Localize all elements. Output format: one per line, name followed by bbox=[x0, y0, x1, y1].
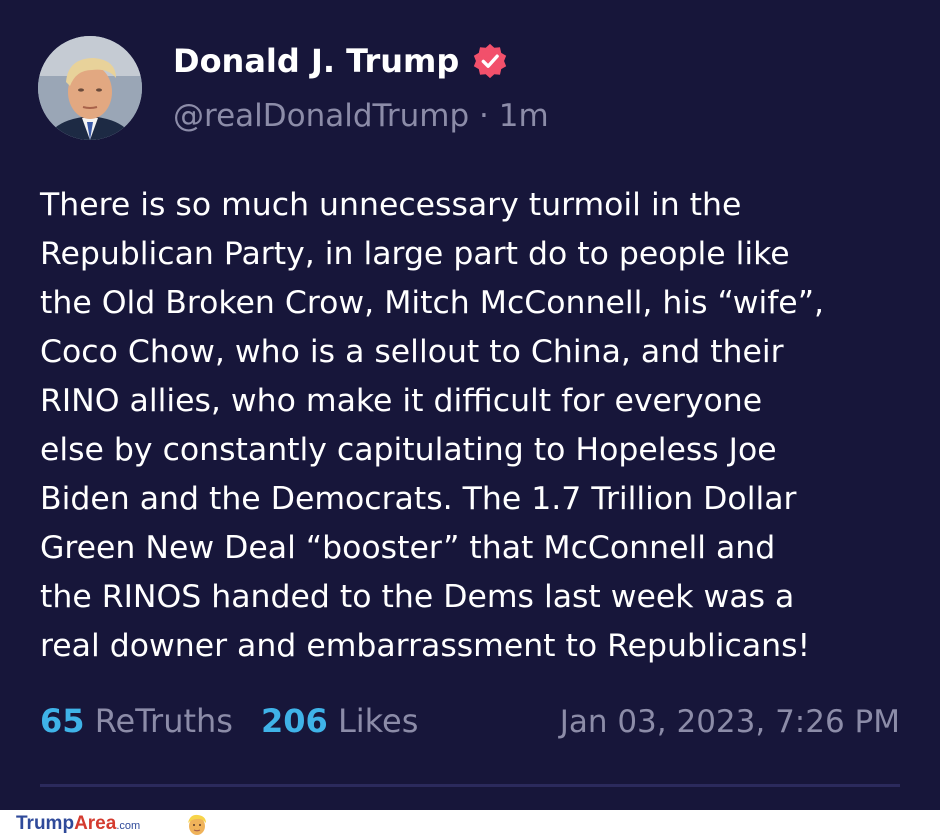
post-text-line: There is so much unnecessary turmoil in … bbox=[40, 187, 742, 223]
divider bbox=[40, 784, 900, 787]
post-text-line: Biden and the Democrats. The 1.7 Trillio… bbox=[40, 481, 797, 517]
relative-time: 1m bbox=[498, 98, 549, 134]
trumparea-logo: TrumpArea.com bbox=[16, 813, 140, 835]
handle-separator: · bbox=[479, 98, 489, 134]
likes-count: 206 bbox=[260, 702, 328, 740]
logo-text-part2: Area bbox=[74, 813, 117, 834]
author-display-name[interactable]: Donald J. Trump bbox=[173, 42, 509, 80]
display-name-text: Donald J. Trump bbox=[173, 42, 460, 80]
verified-badge-icon bbox=[474, 43, 507, 79]
truth-post-card: Donald J. Trump @realDonaldTrump · 1m Th… bbox=[0, 0, 940, 810]
post-text-line: Green New Deal “booster” that McConnell … bbox=[40, 530, 776, 566]
retruths-label: ReTruths bbox=[94, 702, 233, 740]
logo-text-part1: Trump bbox=[16, 813, 75, 834]
author-handle-row: @realDonaldTrump · 1m bbox=[173, 98, 549, 134]
post-text-line: the RINOS handed to the Dems last week w… bbox=[40, 579, 795, 615]
logo-face-icon bbox=[188, 814, 206, 835]
likes-label: Likes bbox=[337, 702, 419, 740]
post-body-text: There is so much unnecessary turmoil in … bbox=[40, 181, 920, 671]
avatar-image bbox=[38, 36, 142, 140]
likes-stat[interactable]: 206 Likes bbox=[261, 702, 418, 740]
post-text-line: the Old Broken Crow, Mitch McConnell, hi… bbox=[40, 285, 825, 321]
post-stats: 65 ReTruths 206 Likes bbox=[40, 702, 418, 740]
post-timestamp[interactable]: Jan 03, 2023, 7:26 PM bbox=[560, 704, 900, 740]
logo-text-part3: .com bbox=[116, 820, 141, 832]
post-text-line: else by constantly capitulating to Hopel… bbox=[40, 432, 777, 468]
retruths-count: 65 bbox=[40, 702, 85, 740]
post-text-line: Coco Chow, who is a sellout to China, an… bbox=[40, 334, 784, 370]
post-text-line: Republican Party, in large part do to pe… bbox=[40, 236, 790, 272]
post-text-line: real downer and embarrassment to Republi… bbox=[40, 628, 811, 664]
watermark-footer: TrumpArea.com bbox=[0, 810, 940, 837]
retruths-stat[interactable]: 65 ReTruths bbox=[40, 702, 233, 740]
profile-avatar[interactable] bbox=[38, 36, 142, 140]
post-text-line: RINO allies, who make it difficult for e… bbox=[40, 383, 763, 419]
author-handle[interactable]: @realDonaldTrump bbox=[173, 98, 469, 134]
